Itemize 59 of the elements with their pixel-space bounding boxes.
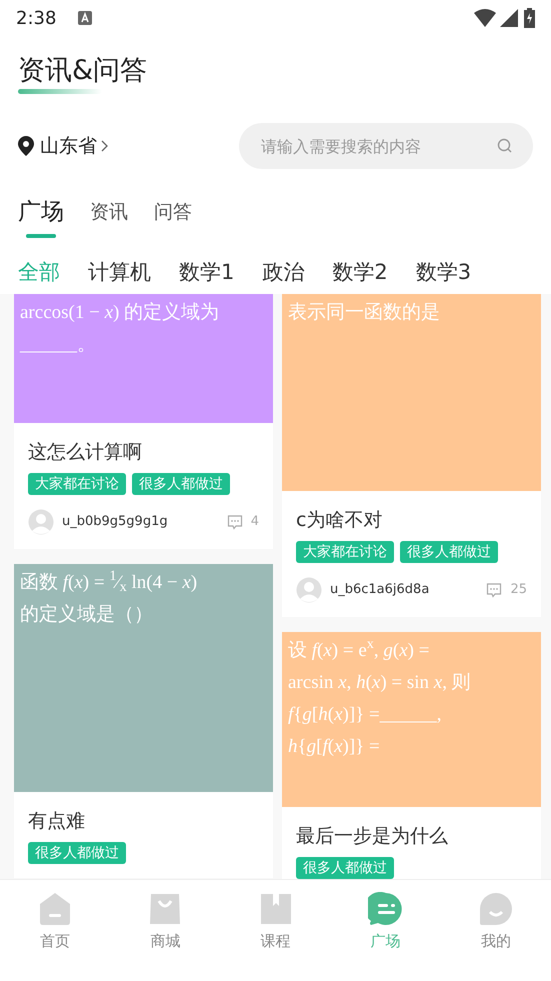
comment-icon [226, 514, 243, 530]
tag: 很多人都做过 [132, 472, 230, 494]
tag: 大家都在讨论 [296, 540, 394, 562]
question-text: f{g[h(x)]} =______, [288, 702, 442, 726]
tab[interactable]: 资讯 [90, 198, 128, 226]
smile-face-icon [478, 892, 514, 926]
category-tab[interactable]: 数学3 [416, 250, 472, 294]
tag: 很多人都做过 [400, 540, 498, 562]
avatar-icon [28, 508, 54, 534]
question-title: c为啥不对 [296, 508, 384, 532]
chat-bubble-icon [368, 892, 404, 926]
tag: 很多人都做过 [28, 842, 126, 864]
question-title: 最后一步是为什么 [296, 824, 449, 848]
wifi-icon [474, 9, 496, 27]
username: u_b0b9g5g9g1g [62, 512, 169, 531]
question-text: 设 f(x) = e$^{x}$, g(x) = [288, 636, 430, 662]
location-pin-icon [18, 136, 34, 156]
category-tab[interactable]: 计算机 [88, 250, 151, 294]
question-card[interactable]: 设 f(x) = e$^{x}$, g(x) = arcsin x, h(x) = sin x, 则 f{g[h(x)]} =______, h{g[f(x)]} = 最后一步是为什么 很多人都做过 [282, 632, 541, 878]
question-text: 的定义域是（） [20, 602, 154, 626]
question-text: ______。 [20, 332, 97, 356]
house-icon [38, 892, 72, 926]
tab[interactable]: 广场 [18, 195, 64, 238]
question-text: h{g[f(x)]} = [288, 734, 381, 758]
question-title: 这怎么计算啊 [28, 440, 143, 464]
category-tab[interactable]: 政治 [262, 250, 304, 294]
search-field[interactable]: 请输入需要搜索的内容 [239, 123, 533, 169]
question-text: arccos(1 − x) 的定义域为 [20, 300, 220, 324]
tag: 大家都在讨论 [28, 472, 126, 494]
bag-icon [148, 892, 182, 926]
question-text: 函数 f(x) = $^{1}$⁄$_{x}$ ln(4 − x) [20, 568, 198, 598]
page-title: 资讯&问答 [18, 54, 148, 88]
category-tab[interactable]: 数学2 [332, 250, 388, 294]
question-card[interactable]: arccos(1 − x) 的定义域为 ______。 这怎么计算啊 大家都在讨论 很多人都做过 u_b0b9g5g9g1g 4 [14, 294, 273, 548]
notification-icon [78, 11, 92, 25]
question-title: 有点难 [28, 808, 86, 834]
signal-icon [500, 9, 518, 27]
tag: 很多人都做过 [296, 856, 394, 878]
avatar-icon [296, 576, 322, 602]
chevron-right-icon [101, 140, 108, 152]
nav-item[interactable]: 首页 [0, 880, 110, 981]
battery-icon [524, 8, 535, 28]
comment-count: 25 [510, 580, 527, 599]
status-time: 2:38 [16, 6, 56, 30]
tab[interactable]: 问答 [154, 198, 192, 226]
question-text: arcsin x, h(x) = sin x, 则 [288, 670, 472, 694]
nav-item[interactable]: 我的 [440, 880, 551, 981]
question-card[interactable]: 函数 f(x) = $^{1}$⁄$_{x}$ ln(4 − x) 的定义域是（） 有点难 很多人都做过 [14, 564, 273, 878]
username: u_b6c1a6j6d8a [330, 580, 430, 599]
nav-item[interactable]: 商城 [110, 880, 220, 981]
category-tab[interactable]: 数学1 [179, 250, 234, 294]
book-icon [258, 892, 292, 926]
nav-item[interactable]: 课程 [220, 880, 331, 981]
location-selector[interactable]: 山东省 [40, 132, 108, 160]
question-text: 表示同一函数的是 [288, 300, 441, 324]
comment-count: 4 [250, 512, 259, 531]
question-card[interactable]: 表示同一函数的是 c为啥不对 大家都在讨论 很多人都做过 u_b6c1a6j6d8a 25 [282, 294, 541, 616]
search-icon [497, 138, 513, 154]
comment-icon [486, 582, 502, 598]
